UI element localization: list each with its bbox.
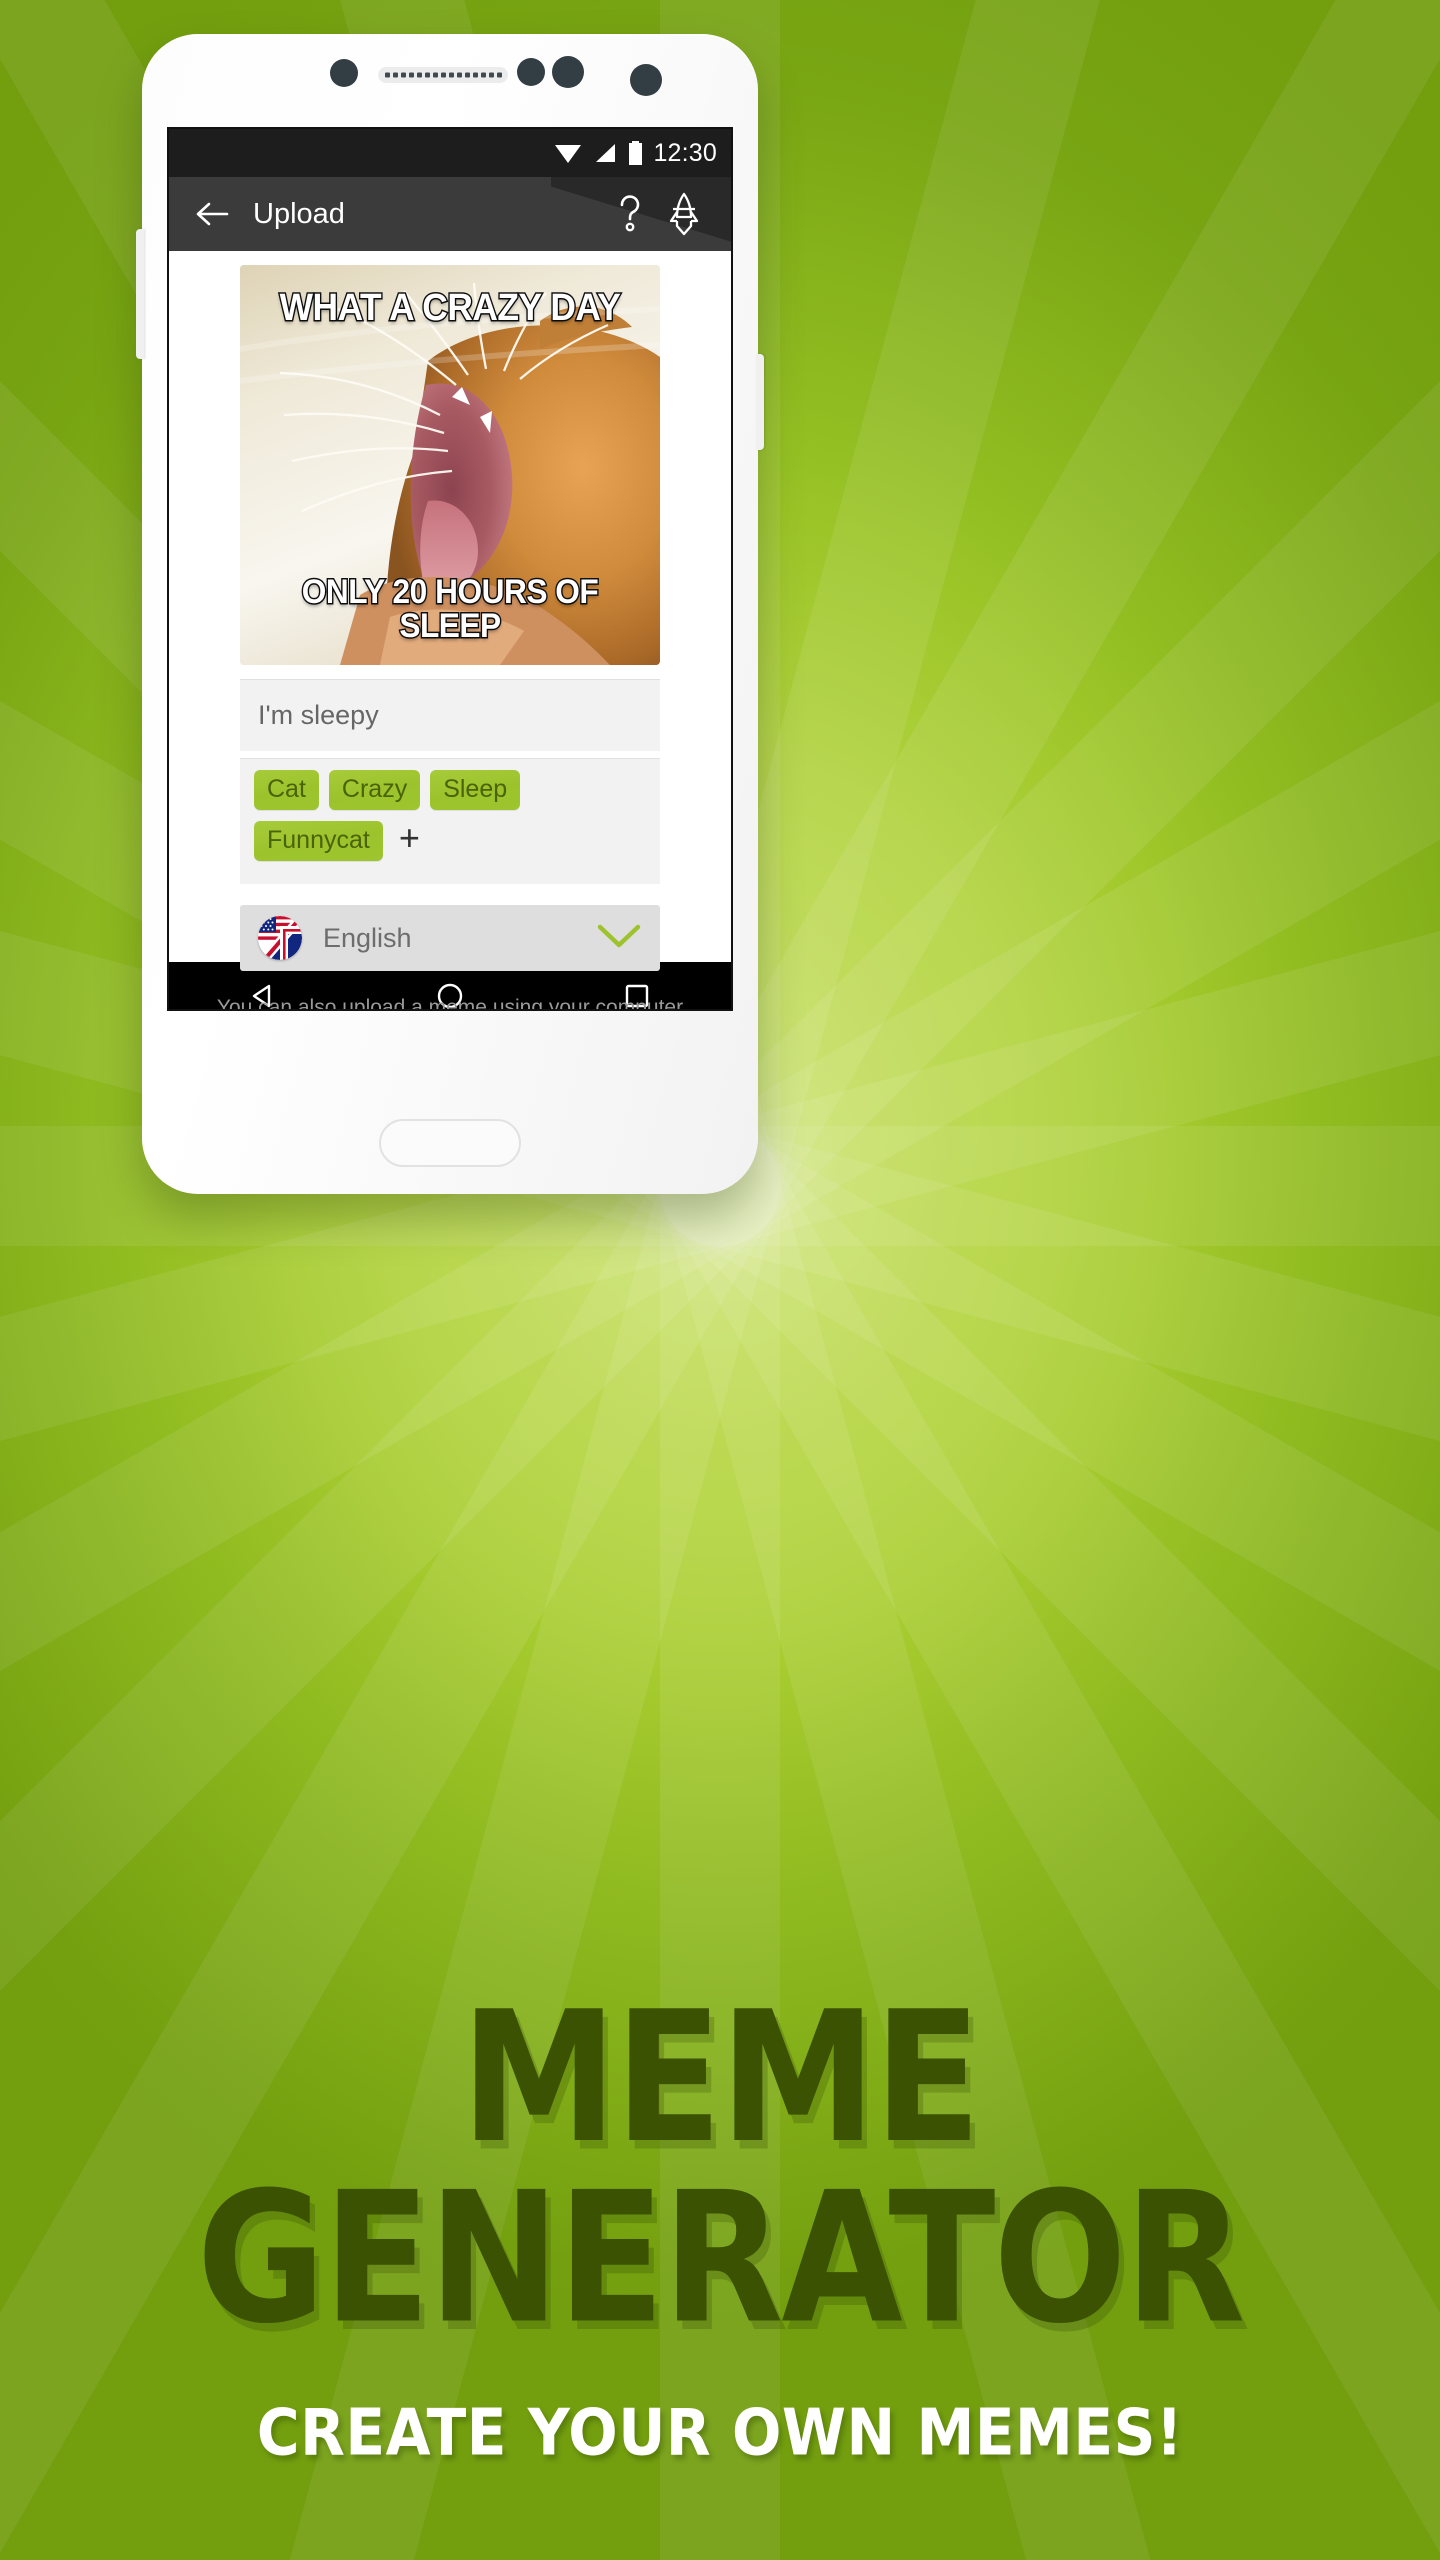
add-tag-button[interactable]: + xyxy=(393,820,426,862)
uk-us-flag-icon xyxy=(258,916,302,961)
earpiece-speaker xyxy=(378,67,508,83)
secondary-camera-icon xyxy=(630,64,662,96)
tag-chip[interactable]: Funnycat xyxy=(254,821,383,862)
help-icon[interactable] xyxy=(603,187,657,241)
battery-icon xyxy=(629,140,643,165)
language-label: English xyxy=(323,922,412,953)
light-sensor-icon xyxy=(552,56,584,88)
tags-container[interactable]: Cat Crazy Sleep Funnycat + xyxy=(240,758,660,885)
signal-icon xyxy=(596,144,616,162)
phone-mockup: 12:30 Upload WHAT A CRAZY DAY ONLY 20 HO… xyxy=(136,34,764,1194)
chevron-down-icon[interactable] xyxy=(596,922,642,955)
rocket-icon[interactable] xyxy=(657,187,711,241)
upload-note: You can also upload a meme using your co… xyxy=(215,993,685,1009)
status-bar: 12:30 xyxy=(169,129,731,177)
phone-screen: 12:30 Upload WHAT A CRAZY DAY ONLY 20 HO… xyxy=(169,129,731,1009)
promo-subtitle: CREATE YOUR OWN MEMES! xyxy=(256,2396,1184,2470)
page-title: Upload xyxy=(253,197,345,230)
meme-title-input[interactable]: I'm sleepy xyxy=(240,679,660,751)
meme-preview[interactable]: WHAT A CRAZY DAY ONLY 20 HOURS OF SLEEP xyxy=(240,265,660,665)
physical-home-button[interactable] xyxy=(379,1119,521,1167)
promo-block: MEME GENERATOR CREATE YOUR OWN MEMES! xyxy=(0,1987,1440,2470)
upload-form: WHAT A CRAZY DAY ONLY 20 HOURS OF SLEEP … xyxy=(169,251,731,1009)
meme-top-text: WHAT A CRAZY DAY xyxy=(278,287,622,329)
language-selector[interactable]: English xyxy=(240,905,660,972)
status-bar-clock: 12:30 xyxy=(653,138,717,167)
meme-title-value: I'm sleepy xyxy=(258,700,379,730)
front-camera-icon xyxy=(330,59,358,87)
tag-chip[interactable]: Crazy xyxy=(328,770,421,811)
proximity-sensor-icon xyxy=(517,58,545,86)
upload-note-text: You can also upload a meme using your co… xyxy=(216,996,684,1009)
meme-bottom-text: ONLY 20 HOURS OF SLEEP xyxy=(300,573,600,645)
tag-chip[interactable]: Sleep xyxy=(430,770,521,811)
app-bar: Upload xyxy=(169,177,731,251)
tag-chip[interactable]: Cat xyxy=(254,770,319,811)
power-button[interactable] xyxy=(756,354,764,450)
wifi-icon xyxy=(555,145,582,163)
promo-title: MEME GENERATOR xyxy=(196,1972,1246,2364)
back-arrow-icon[interactable] xyxy=(189,191,235,237)
volume-button[interactable] xyxy=(136,229,144,359)
